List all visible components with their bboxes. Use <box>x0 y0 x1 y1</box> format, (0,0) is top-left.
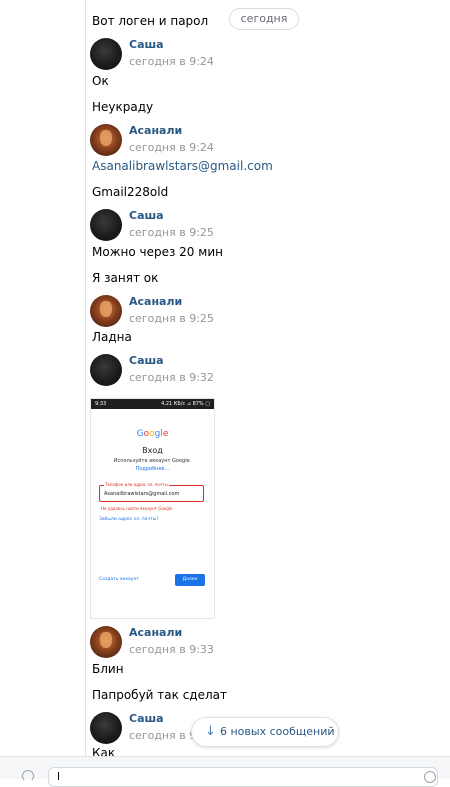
message-composer <box>0 756 450 787</box>
message-time[interactable]: сегодня в 9: <box>129 729 200 742</box>
message-text: Вот логен и парол <box>92 14 209 28</box>
message-input[interactable] <box>48 767 438 787</box>
phone-status-bar: 9:33 4,21 КБ/с ⊿ 87% ▢ <box>91 399 214 409</box>
signin-title: Вход <box>142 446 163 455</box>
message-author[interactable]: Саша <box>129 38 164 51</box>
message-author[interactable]: Саша <box>129 712 164 725</box>
avatar[interactable] <box>90 295 122 327</box>
message-time[interactable]: сегодня в 9:32 <box>129 371 214 384</box>
avatar[interactable] <box>90 124 122 156</box>
attach-icon[interactable] <box>22 770 34 782</box>
email-link[interactable]: Asanalibrawlstars@gmail.com <box>92 159 273 173</box>
arrow-down-icon: ↓ <box>205 724 216 739</box>
avatar[interactable] <box>90 209 122 241</box>
new-messages-label: 6 новых сообщений <box>220 725 335 738</box>
chat-history: Вот логен и парол сегодня Саша сегодня в… <box>86 0 450 756</box>
signin-field-value: Asanalibrawlstars@gmail.com <box>104 491 180 497</box>
message-author[interactable]: Асанали <box>129 124 182 137</box>
message-time[interactable]: сегодня в 9:24 <box>129 55 214 68</box>
signin-subtitle: Используйте аккаунт Google. <box>113 458 192 464</box>
signin-field-label: Телефон или адрес эл. почты <box>104 482 169 487</box>
message-time[interactable]: сегодня в 9:24 <box>129 141 214 154</box>
message-text: Папробуй так сделат <box>92 688 227 702</box>
status-time: 9:33 <box>95 401 107 407</box>
google-logo: Google <box>136 429 169 439</box>
message-time[interactable]: сегодня в 9:33 <box>129 643 214 656</box>
message-time[interactable]: сегодня в 9:25 <box>129 312 214 325</box>
message-time[interactable]: сегодня в 9:25 <box>129 226 214 239</box>
message-text: Как <box>92 746 116 756</box>
message-author[interactable]: Асанали <box>129 626 182 639</box>
date-divider: сегодня <box>229 8 299 30</box>
message-text: Я занят ок <box>92 271 159 285</box>
avatar[interactable] <box>90 354 122 386</box>
signin-more-link: Подробнее... <box>135 466 170 472</box>
status-indicators: 4,21 КБ/с ⊿ 87% ▢ <box>161 401 210 407</box>
message-text: Ладна <box>92 330 132 344</box>
signin-forgot-link: Забыли адрес эл. почты? <box>99 517 159 522</box>
message-text: Можно через 20 мин <box>92 245 223 259</box>
message-text: Gmail228old <box>92 185 169 199</box>
message-author[interactable]: Саша <box>129 354 164 367</box>
text-cursor <box>58 772 59 780</box>
avatar[interactable] <box>90 38 122 70</box>
screenshot-attachment[interactable]: 9:33 4,21 КБ/с ⊿ 87% ▢ Google Вход Испол… <box>90 398 215 619</box>
avatar[interactable] <box>90 626 122 658</box>
new-messages-button[interactable]: ↓ 6 новых сообщений <box>191 717 339 747</box>
emoji-icon[interactable] <box>424 771 436 783</box>
signin-create-link: Создать аккаунт <box>99 577 140 582</box>
message-text: Ок <box>92 74 109 88</box>
left-rail <box>0 0 86 756</box>
signin-email-field: Телефон или адрес эл. почты Asanalibrawl… <box>99 482 204 502</box>
signin-error: Не удалось найти аккаунт Google <box>101 506 173 511</box>
message-author[interactable]: Асанали <box>129 295 182 308</box>
signin-next-button: Далее <box>175 574 205 586</box>
avatar[interactable] <box>90 712 122 744</box>
message-text: Блин <box>92 662 124 676</box>
message-author[interactable]: Саша <box>129 209 164 222</box>
message-text: Неукраду <box>92 100 154 114</box>
